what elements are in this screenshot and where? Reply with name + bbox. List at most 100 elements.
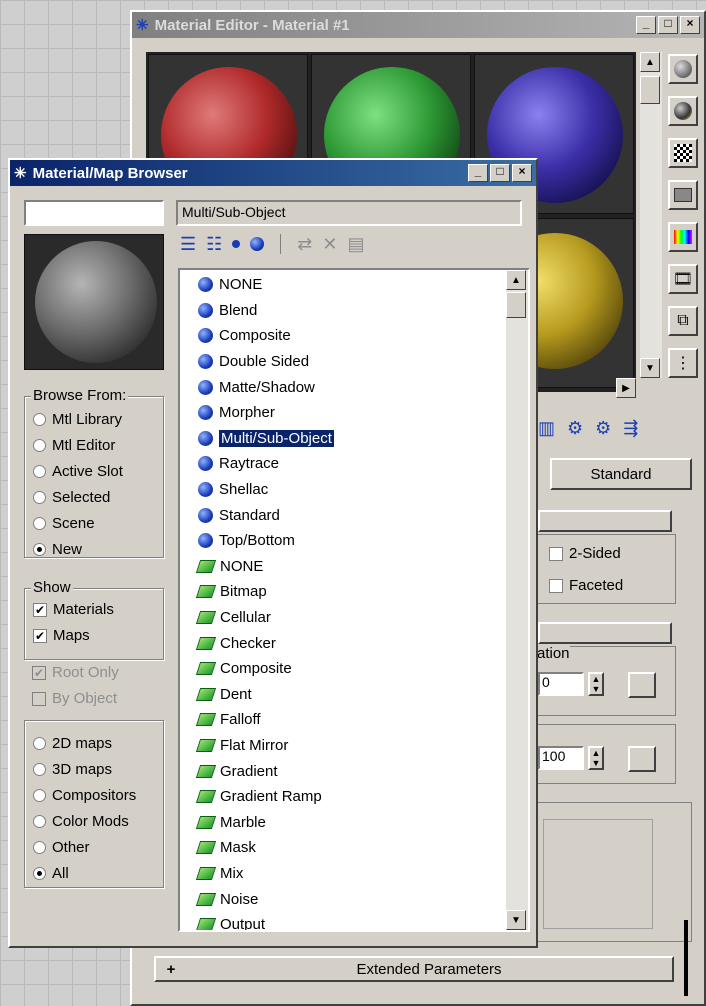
clear-library-icon[interactable]: ▤ (347, 234, 364, 255)
material-effects-channel-icon[interactable]: ⚙ (567, 418, 583, 448)
sample-uv-icon[interactable] (668, 180, 698, 210)
browser-titlebar[interactable]: ✳ Material/Map Browser _ □ × (10, 160, 536, 186)
make-preview-icon[interactable]: 🎞 (668, 264, 698, 294)
material-editor-titlebar[interactable]: ✳ Material Editor - Material #1 _ □ × (132, 12, 704, 38)
list-item[interactable]: Composite (180, 323, 528, 349)
radio-button[interactable] (33, 815, 46, 828)
list-item[interactable]: Falloff (180, 707, 528, 733)
maps-checkbox[interactable]: ✔ (33, 628, 47, 643)
browse-scene-option[interactable]: Scene (33, 515, 95, 532)
delete-from-library-icon[interactable]: ✕ (322, 234, 337, 255)
list-item[interactable]: Shellac (180, 477, 528, 503)
spinner-2-arrows[interactable]: ▲ ▼ (588, 746, 604, 770)
close-button[interactable]: × (680, 16, 700, 34)
filter-3d-maps-option[interactable]: 3D maps (33, 761, 112, 778)
update-scene-materials-icon[interactable]: ⇄ (297, 234, 312, 255)
show-end-result-icon[interactable]: ⇶ (623, 418, 638, 448)
map-button-1[interactable] (628, 672, 656, 698)
browse-mtl-library-option[interactable]: Mtl Library (33, 411, 122, 428)
radio-button-selected[interactable] (33, 867, 46, 880)
filter-other-option[interactable]: Other (33, 839, 90, 856)
list-item[interactable]: Matte/Shadow (180, 374, 528, 400)
list-item[interactable]: NONE (180, 272, 528, 298)
spinner-2-input[interactable]: 100 (538, 746, 584, 770)
list-item[interactable]: Morpher (180, 400, 528, 426)
list-item[interactable]: Bitmap (180, 579, 528, 605)
two-sided-option[interactable]: 2-Sided (549, 545, 621, 562)
scroll-right-button[interactable]: ▶ (616, 378, 636, 398)
list-item[interactable]: Multi/Sub-Object (180, 426, 528, 452)
list-item[interactable]: Dent (180, 682, 528, 708)
radio-button[interactable] (33, 465, 46, 478)
list-scrollbar[interactable]: ▲ ▼ (506, 270, 528, 930)
list-item[interactable]: Double Sided (180, 349, 528, 375)
list-item[interactable]: Noise (180, 886, 528, 912)
list-item[interactable]: Blend (180, 298, 528, 324)
radio-button[interactable] (33, 763, 46, 776)
scroll-down-button[interactable]: ▼ (506, 910, 526, 930)
put-to-library-icon[interactable]: ▥ (538, 418, 555, 448)
browse-new-option[interactable]: New (33, 541, 82, 558)
filter-all-option[interactable]: All (33, 865, 69, 882)
list-item[interactable]: Marble (180, 809, 528, 835)
backlight-icon[interactable] (668, 96, 698, 126)
minimize-button[interactable]: _ (468, 164, 488, 182)
list-item[interactable]: Checker (180, 630, 528, 656)
list-item[interactable]: Mask (180, 835, 528, 861)
view-large-icons-icon[interactable] (250, 237, 265, 251)
filter-compositors-option[interactable]: Compositors (33, 787, 136, 804)
list-item[interactable]: NONE (180, 554, 528, 580)
list-item[interactable]: Flat Mirror (180, 733, 528, 759)
extended-parameters-rollout[interactable]: + Extended Parameters (154, 956, 674, 982)
filter-2d-maps-option[interactable]: 2D maps (33, 735, 112, 752)
map-button-2[interactable] (628, 746, 656, 772)
material-type-button[interactable]: Standard (550, 458, 692, 490)
radio-button[interactable] (33, 841, 46, 854)
slots-scrollbar[interactable]: ▲ ▼ (640, 52, 662, 378)
select-by-material-icon[interactable]: ⋮ (668, 348, 698, 378)
list-item[interactable]: Output (180, 912, 528, 930)
options-icon[interactable]: ⧉ (668, 306, 698, 336)
list-item[interactable]: Gradient Ramp (180, 784, 528, 810)
list-item[interactable]: Gradient (180, 758, 528, 784)
name-field[interactable] (24, 200, 164, 226)
browse-mtl-editor-option[interactable]: Mtl Editor (33, 437, 115, 454)
show-maps-option[interactable]: ✔ Maps (33, 627, 90, 644)
list-item[interactable]: Top/Bottom (180, 528, 528, 554)
list-item[interactable]: Mix (180, 861, 528, 887)
list-item[interactable]: Standard (180, 502, 528, 528)
maximize-button[interactable]: □ (490, 164, 510, 182)
radio-button[interactable] (33, 491, 46, 504)
shader-rollout-header[interactable] (538, 510, 672, 532)
materials-checkbox[interactable]: ✔ (33, 602, 47, 617)
list-item[interactable]: Raytrace (180, 451, 528, 477)
radio-button-selected[interactable] (33, 543, 46, 556)
spinner-1-arrows[interactable]: ▲ ▼ (588, 672, 604, 696)
view-small-icons-icon[interactable] (232, 240, 241, 248)
radio-button[interactable] (33, 737, 46, 750)
radio-button[interactable] (33, 413, 46, 426)
two-sided-checkbox[interactable] (549, 546, 563, 561)
radio-button[interactable] (33, 517, 46, 530)
radio-button[interactable] (33, 789, 46, 802)
view-list-icons-icon[interactable]: ☷ (206, 234, 222, 255)
faceted-option[interactable]: Faceted (549, 577, 623, 594)
basic-params-rollout-header[interactable] (538, 622, 672, 644)
browse-selected-option[interactable]: Selected (33, 489, 110, 506)
scroll-thumb[interactable] (640, 76, 660, 104)
browse-active-slot-option[interactable]: Active Slot (33, 463, 123, 480)
faceted-checkbox[interactable] (549, 578, 563, 593)
background-checker-icon[interactable] (668, 138, 698, 168)
show-map-icon[interactable]: ⚙ (595, 418, 611, 448)
filter-color-mods-option[interactable]: Color Mods (33, 813, 129, 830)
sample-type-icon[interactable] (668, 54, 698, 84)
minimize-button[interactable]: _ (636, 16, 656, 34)
scroll-up-button[interactable]: ▲ (506, 270, 526, 290)
video-color-check-icon[interactable] (668, 222, 698, 252)
list-item[interactable]: Cellular (180, 605, 528, 631)
radio-button[interactable] (33, 439, 46, 452)
maximize-button[interactable]: □ (658, 16, 678, 34)
show-materials-option[interactable]: ✔ Materials (33, 601, 114, 618)
list-item[interactable]: Composite (180, 656, 528, 682)
view-list-icon[interactable]: ☰ (180, 234, 196, 255)
